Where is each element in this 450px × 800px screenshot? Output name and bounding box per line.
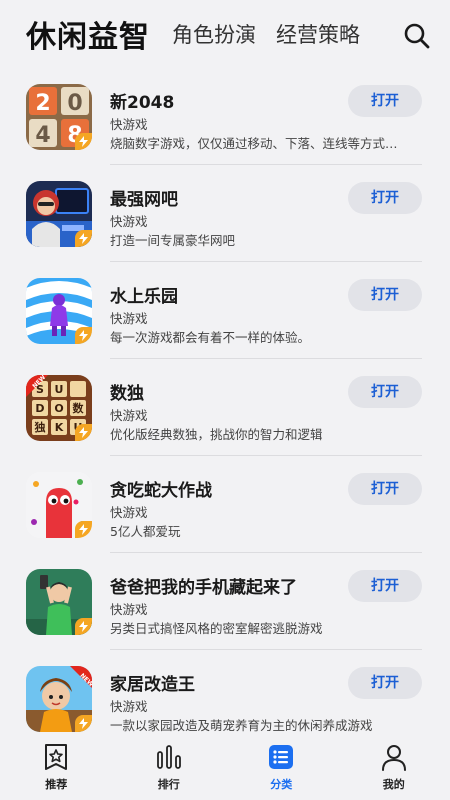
nav-item-recommend[interactable]: 推荐 <box>0 736 113 800</box>
app-description: 优化版经典数独，挑战你的智力和逻辑 <box>110 427 323 442</box>
quick-game-bolt-icon <box>75 230 92 247</box>
list-item[interactable]: NEW 家居改造王 快游戏 一款以家园改造及萌宠养育为主的休闲养成游戏 打开 <box>0 650 450 736</box>
open-button[interactable]: 打开 <box>348 473 422 505</box>
app-list: 2 0 4 8 新2048 快游戏 烧脑数字游戏，仅仅通过移动、下落、连线等方式… <box>0 68 450 736</box>
open-button[interactable]: 打开 <box>348 376 422 408</box>
home-makeover-icon[interactable]: NEW <box>26 666 92 732</box>
app-tag: 快游戏 <box>110 408 148 423</box>
app-name: 水上乐园 <box>110 287 178 307</box>
bottom-nav: 推荐 排行 分类 我的 <box>0 736 450 800</box>
list-item[interactable]: 最强网吧 快游戏 打造一间专属豪华网吧 打开 <box>0 165 450 262</box>
svg-text:独: 独 <box>34 420 46 434</box>
open-button[interactable]: 打开 <box>348 85 422 117</box>
app-tag: 快游戏 <box>110 311 148 326</box>
list-item[interactable]: 爸爸把我的手机藏起来了 快游戏 另类日式搞怪风格的密室解密逃脱游戏 打开 <box>0 553 450 650</box>
profile-icon <box>379 742 409 772</box>
nav-label: 排行 <box>157 778 180 791</box>
svg-text:2: 2 <box>35 91 50 116</box>
svg-text:K: K <box>55 421 64 434</box>
nav-label: 我的 <box>382 778 405 791</box>
open-button[interactable]: 打开 <box>348 279 422 311</box>
search-button[interactable] <box>384 14 450 58</box>
sudoku-icon[interactable]: S U D O 数 独 K U NEW <box>26 375 92 441</box>
open-button[interactable]: 打开 <box>348 667 422 699</box>
list-item[interactable]: 水上乐园 快游戏 每一次游戏都会有着不一样的体验。 打开 <box>0 262 450 359</box>
quick-game-bolt-icon <box>75 715 92 732</box>
svg-text:数: 数 <box>73 401 85 415</box>
tab-business-strategy[interactable]: 经营策略 <box>276 19 360 49</box>
svg-text:O: O <box>54 402 63 415</box>
app-name: 数独 <box>110 384 144 404</box>
quick-game-bolt-icon <box>75 618 92 635</box>
app-tag: 快游戏 <box>110 699 148 714</box>
app-tag: 快游戏 <box>110 602 148 617</box>
tab-casual-puzzle[interactable]: 休闲益智 <box>26 12 150 56</box>
search-icon <box>404 23 430 49</box>
quick-game-bolt-icon <box>75 133 92 150</box>
app-description: 烧脑数字游戏，仅仅通过移动、下落、连线等方式… <box>110 136 398 151</box>
svg-text:U: U <box>55 383 64 396</box>
open-button[interactable]: 打开 <box>348 182 422 214</box>
2048-icon[interactable]: 2 0 4 8 <box>26 84 92 150</box>
water-park-icon[interactable] <box>26 278 92 344</box>
nav-item-profile[interactable]: 我的 <box>338 736 450 800</box>
snake-icon[interactable] <box>26 472 92 538</box>
quick-game-bolt-icon <box>75 521 92 538</box>
app-name: 新2048 <box>110 93 175 113</box>
app-tag: 快游戏 <box>110 505 148 520</box>
app-name: 贪吃蛇大作战 <box>110 481 212 501</box>
quick-game-bolt-icon <box>75 327 92 344</box>
list-item[interactable]: 2 0 4 8 新2048 快游戏 烧脑数字游戏，仅仅通过移动、下落、连线等方式… <box>0 68 450 165</box>
app-tag: 快游戏 <box>110 117 148 132</box>
app-description: 5亿人都爱玩 <box>110 524 181 539</box>
list-item[interactable]: 贪吃蛇大作战 快游戏 5亿人都爱玩 打开 <box>0 456 450 553</box>
quick-game-bolt-icon <box>75 424 92 441</box>
app-description: 一款以家园改造及萌宠养育为主的休闲养成游戏 <box>110 718 373 733</box>
app-description: 另类日式搞怪风格的密室解密逃脱游戏 <box>110 621 323 636</box>
list-item[interactable]: S U D O 数 独 K U NEW 数独 快游戏 优化版经典数独，挑战你的智… <box>0 359 450 456</box>
app-description: 打造一间专属豪华网吧 <box>110 233 236 248</box>
internet-cafe-icon[interactable] <box>26 181 92 247</box>
svg-text:0: 0 <box>67 91 82 116</box>
svg-text:D: D <box>35 402 44 415</box>
hidden-phone-icon[interactable] <box>26 569 92 635</box>
app-name: 家居改造王 <box>110 675 195 695</box>
app-description: 每一次游戏都会有着不一样的体验。 <box>110 330 311 345</box>
open-button[interactable]: 打开 <box>348 570 422 602</box>
app-tag: 快游戏 <box>110 214 148 229</box>
star-icon <box>41 742 71 772</box>
app-name: 爸爸把我的手机藏起来了 <box>110 578 297 598</box>
nav-item-ranking[interactable]: 排行 <box>113 736 226 800</box>
nav-label: 推荐 <box>45 778 68 791</box>
nav-label: 分类 <box>270 778 293 791</box>
ranking-icon <box>154 742 184 772</box>
nav-item-category[interactable]: 分类 <box>225 736 338 800</box>
tab-role-playing[interactable]: 角色扮演 <box>172 19 256 49</box>
app-name: 最强网吧 <box>110 190 178 210</box>
category-icon <box>266 742 296 772</box>
svg-text:4: 4 <box>35 123 50 148</box>
